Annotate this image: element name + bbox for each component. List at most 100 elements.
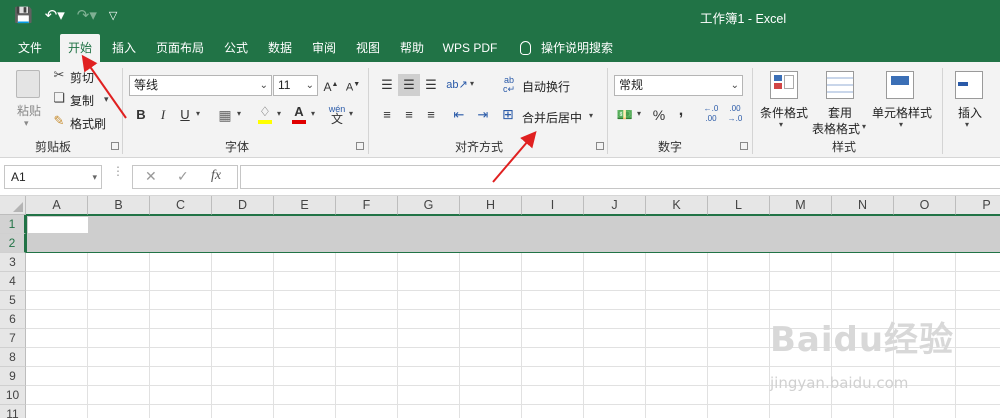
bold-button[interactable]: B	[130, 104, 152, 126]
column-header-f[interactable]: F	[336, 196, 398, 215]
percent-button[interactable]: %	[648, 104, 670, 126]
number-format-combo[interactable]: 常规 ⌄	[614, 75, 743, 96]
redo-icon[interactable]: ↷▾	[77, 6, 97, 26]
fill-color-dropdown-icon[interactable]: ▾	[277, 109, 281, 118]
decrease-font-size-icon[interactable]: A▼	[342, 74, 364, 96]
tell-me-search[interactable]: 操作说明搜索	[520, 34, 613, 62]
conditional-dropdown-icon[interactable]: ▾	[779, 120, 783, 129]
column-header-a[interactable]: A	[26, 196, 88, 215]
column-header-j[interactable]: J	[584, 196, 646, 215]
column-header-l[interactable]: L	[708, 196, 770, 215]
column-header-e[interactable]: E	[274, 196, 336, 215]
customize-qat-icon[interactable]: ▽	[109, 6, 117, 26]
font-launcher-icon[interactable]	[356, 142, 364, 150]
paste-button[interactable]: 粘贴	[17, 102, 41, 119]
decrease-indent-icon[interactable]: ⇤	[448, 104, 470, 126]
phonetic-dropdown-icon[interactable]: ▾	[349, 109, 353, 118]
row-header-11[interactable]: 11	[0, 405, 26, 418]
paste-icon[interactable]	[16, 70, 40, 98]
row-header-6[interactable]: 6	[0, 310, 26, 329]
tab-review[interactable]: 审阅	[304, 34, 344, 62]
row-header-10[interactable]: 10	[0, 386, 26, 405]
increase-decimal-icon[interactable]: ←.0.00	[700, 104, 722, 126]
column-header-n[interactable]: N	[832, 196, 894, 215]
phonetic-icon[interactable]: wén 文	[326, 104, 348, 126]
format-as-table-button-line2[interactable]: 表格格式	[812, 120, 860, 137]
row-header-7[interactable]: 7	[0, 329, 26, 348]
clipboard-launcher-icon[interactable]	[111, 142, 119, 150]
formula-input[interactable]	[240, 165, 1000, 189]
number-launcher-icon[interactable]	[740, 142, 748, 150]
row-header-4[interactable]: 4	[0, 272, 26, 291]
merge-center-button[interactable]: 合并后居中	[522, 109, 582, 126]
row-header-2[interactable]: 2	[0, 234, 26, 253]
tab-page-layout[interactable]: 页面布局	[150, 34, 210, 62]
currency-dropdown-icon[interactable]: ▾	[637, 109, 641, 118]
save-icon[interactable]: 💾	[14, 6, 33, 26]
column-header-d[interactable]: D	[212, 196, 274, 215]
fill-color-icon[interactable]: ♢	[254, 104, 276, 126]
tab-view[interactable]: 视图	[348, 34, 388, 62]
increase-font-size-icon[interactable]: A▲	[320, 74, 342, 96]
tab-wps-pdf[interactable]: WPS PDF	[438, 34, 502, 62]
tab-data[interactable]: 数据	[260, 34, 300, 62]
align-right-icon[interactable]: ≡	[420, 104, 442, 126]
conditional-formatting-button[interactable]: 条件格式	[760, 104, 808, 121]
cut-button[interactable]: 剪切	[70, 69, 94, 86]
column-header-i[interactable]: I	[522, 196, 584, 215]
currency-icon[interactable]: 💵	[614, 104, 636, 126]
tab-home[interactable]: 开始	[60, 34, 100, 62]
underline-button[interactable]: U	[174, 104, 196, 126]
comma-button[interactable]: ,	[670, 103, 692, 126]
column-header-p[interactable]: P	[956, 196, 1000, 215]
font-color-icon[interactable]: A	[288, 104, 310, 126]
copy-dropdown-icon[interactable]: ▾	[104, 94, 109, 105]
insert-function-button[interactable]: fx	[211, 168, 221, 184]
orientation-dropdown-icon[interactable]: ▾	[470, 79, 474, 88]
insert-cells-button[interactable]: 插入	[958, 104, 982, 121]
merge-dropdown-icon[interactable]: ▾	[589, 111, 593, 120]
cell-styles-button[interactable]: 单元格样式	[872, 104, 932, 121]
align-center-icon[interactable]: ≡	[398, 104, 420, 126]
column-header-h[interactable]: H	[460, 196, 522, 215]
tab-insert[interactable]: 插入	[104, 34, 144, 62]
tab-file[interactable]: 文件	[8, 34, 52, 62]
italic-button[interactable]: I	[152, 104, 174, 126]
alignment-launcher-icon[interactable]	[596, 142, 604, 150]
underline-dropdown-icon[interactable]: ▾	[196, 109, 200, 118]
format-as-table-button-line1[interactable]: 套用	[828, 104, 852, 121]
orientation-icon[interactable]: ab↗	[446, 74, 468, 96]
column-header-o[interactable]: O	[894, 196, 956, 215]
cancel-icon[interactable]: ✕	[145, 168, 157, 185]
column-header-b[interactable]: B	[88, 196, 150, 215]
column-header-g[interactable]: G	[398, 196, 460, 215]
row-header-9[interactable]: 9	[0, 367, 26, 386]
decrease-decimal-icon[interactable]: .00 →.0	[724, 104, 746, 126]
row-header-5[interactable]: 5	[0, 291, 26, 310]
format-as-table-dropdown-icon[interactable]: ▾	[862, 122, 866, 131]
font-size-combo[interactable]: 11 ⌄	[273, 75, 318, 96]
name-box[interactable]: A1 ▾	[4, 165, 102, 189]
copy-button[interactable]: 复制	[70, 92, 94, 109]
cell-styles-dropdown-icon[interactable]: ▾	[899, 120, 903, 129]
tab-help[interactable]: 帮助	[392, 34, 432, 62]
undo-icon[interactable]: ↶▾	[45, 6, 65, 26]
borders-icon[interactable]: ▦	[214, 104, 236, 126]
column-header-m[interactable]: M	[770, 196, 832, 215]
insert-cells-dropdown-icon[interactable]: ▾	[965, 120, 969, 129]
column-header-c[interactable]: C	[150, 196, 212, 215]
drag-handle-icon[interactable]: ⋮	[112, 165, 124, 177]
row-header-3[interactable]: 3	[0, 253, 26, 272]
column-header-k[interactable]: K	[646, 196, 708, 215]
align-left-icon[interactable]: ≡	[376, 104, 398, 126]
format-painter-button[interactable]: 格式刷	[70, 115, 106, 132]
row-header-1[interactable]: 1	[0, 215, 26, 234]
tab-formulas[interactable]: 公式	[216, 34, 256, 62]
wrap-text-button[interactable]: 自动换行	[522, 78, 570, 95]
borders-dropdown-icon[interactable]: ▾	[237, 109, 241, 118]
align-top-icon[interactable]: ☰	[376, 74, 398, 96]
font-color-dropdown-icon[interactable]: ▾	[311, 109, 315, 118]
increase-indent-icon[interactable]: ⇥	[472, 104, 494, 126]
align-middle-icon[interactable]: ☰	[398, 74, 420, 96]
font-name-combo[interactable]: 等线 ⌄	[129, 75, 272, 96]
